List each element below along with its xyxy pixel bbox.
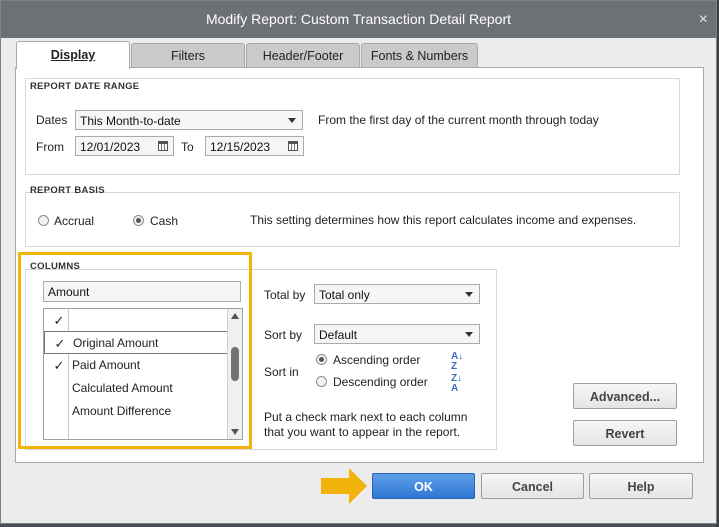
- tab-filters-label: Filters: [170, 49, 206, 63]
- ascending-label[interactable]: Ascending order: [333, 353, 420, 367]
- accrual-radio[interactable]: [38, 215, 49, 226]
- total-by-label: Total by: [264, 288, 306, 302]
- descending-label[interactable]: Descending order: [333, 375, 428, 389]
- tab-display[interactable]: Display: [16, 41, 130, 69]
- to-label: To: [181, 140, 194, 154]
- total-by-dropdown[interactable]: Total only: [314, 284, 480, 304]
- help-button[interactable]: Help: [589, 473, 693, 499]
- tab-header-footer[interactable]: Header/Footer: [246, 43, 360, 68]
- dates-label: Dates: [36, 113, 68, 127]
- dropdown-arrow-icon: [465, 332, 473, 337]
- cancel-button[interactable]: Cancel: [481, 473, 584, 499]
- tab-display-label: Display: [50, 48, 96, 62]
- window-title: Modify Report: Custom Transaction Detail…: [205, 11, 511, 27]
- pointer-arrow-icon: [321, 468, 367, 504]
- sort-descending-icon: Z↓ A: [451, 373, 463, 394]
- tab-fonts-numbers-label: Fonts & Numbers: [370, 49, 469, 63]
- modify-report-dialog: Modify Report: Custom Transaction Detail…: [0, 0, 717, 524]
- descending-radio[interactable]: [316, 376, 327, 387]
- revert-button[interactable]: Revert: [573, 420, 677, 446]
- calendar-icon[interactable]: [288, 141, 298, 151]
- sort-ascending-icon: A↓ Z: [451, 351, 464, 372]
- sort-by-value: Default: [319, 328, 358, 342]
- from-date-field[interactable]: 12/01/2023: [75, 136, 174, 156]
- dates-value: This Month-to-date: [80, 114, 181, 128]
- ok-button[interactable]: OK: [372, 473, 475, 499]
- cash-radio[interactable]: [133, 215, 144, 226]
- tab-filters[interactable]: Filters: [131, 43, 245, 68]
- report-date-range-title: REPORT DATE RANGE: [30, 81, 140, 92]
- dates-dropdown[interactable]: This Month-to-date: [75, 110, 303, 130]
- report-basis-description: This setting determines how this report …: [250, 213, 637, 227]
- from-label: From: [36, 140, 64, 154]
- columns-highlight-box: [18, 252, 252, 449]
- from-date-value: 12/01/2023: [80, 140, 141, 154]
- close-icon[interactable]: ×: [699, 1, 708, 38]
- sort-by-dropdown[interactable]: Default: [314, 324, 480, 344]
- report-basis-title: REPORT BASIS: [30, 185, 105, 196]
- tab-fonts-numbers[interactable]: Fonts & Numbers: [361, 43, 478, 68]
- cash-label[interactable]: Cash: [150, 214, 178, 228]
- sort-by-label: Sort by: [264, 328, 303, 342]
- calendar-icon[interactable]: [158, 141, 168, 151]
- sort-in-label: Sort in: [264, 365, 299, 379]
- title-bar: Modify Report: Custom Transaction Detail…: [1, 1, 716, 38]
- to-date-field[interactable]: 12/15/2023: [205, 136, 304, 156]
- accrual-label[interactable]: Accrual: [54, 214, 94, 228]
- dropdown-arrow-icon: [288, 118, 296, 123]
- total-by-value: Total only: [319, 288, 370, 302]
- to-date-value: 12/15/2023: [210, 140, 271, 154]
- advanced-button[interactable]: Advanced...: [573, 383, 677, 409]
- columns-hint: Put a check mark next to each column tha…: [264, 410, 468, 439]
- dates-description: From the first day of the current month …: [318, 113, 599, 127]
- ascending-radio[interactable]: [316, 354, 327, 365]
- tab-header-footer-label: Header/Footer: [262, 49, 344, 63]
- dropdown-arrow-icon: [465, 292, 473, 297]
